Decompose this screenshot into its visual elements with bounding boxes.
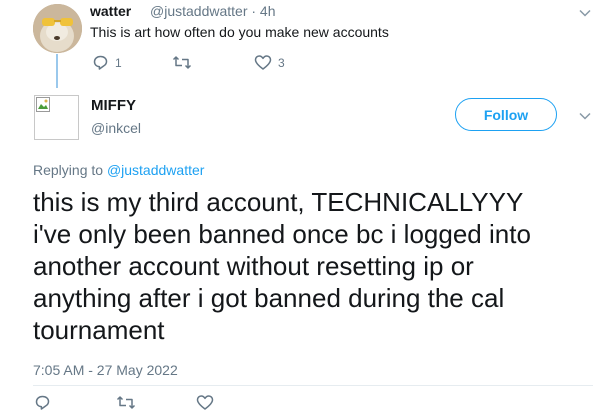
retweet-icon [172,56,192,69]
tweet-text-line: this is my third account, TECHNICALLYYY [33,187,524,217]
thread-line [56,54,58,88]
follow-button[interactable]: Follow [455,98,557,131]
parent-reply-count: 1 [115,55,122,70]
parent-author-name[interactable]: watter [90,3,131,19]
retweet-icon [116,396,136,409]
heart-icon [196,395,214,410]
reply-icon [35,395,50,410]
main-author-name[interactable]: MIFFY [91,97,136,114]
replying-handle-link[interactable]: @justaddwatter [107,162,204,178]
tweet-text-line: tournament [33,315,165,345]
replying-prefix: Replying to [33,162,107,178]
heart-icon [254,55,272,70]
tweet-text-line: another account without resetting ip or [33,251,474,281]
tweet-text-line: anything after i got banned during the c… [33,283,505,313]
parent-avatar[interactable] [33,4,82,53]
parent-tweet-text: This is art how often do you make new ac… [90,24,389,40]
main-retweet-action[interactable] [116,394,136,411]
parent-like-count: 3 [278,55,285,70]
main-caret[interactable] [576,107,594,125]
main-tweet-text: this is my third account, TECHNICALLYYY … [33,186,593,346]
main-reply-action[interactable] [34,394,51,411]
chevron-down-icon [579,112,591,120]
parent-reply-action[interactable]: 1 [92,54,122,71]
divider [33,385,593,386]
chevron-down-icon [579,9,591,17]
reply-icon [93,55,108,70]
parent-like-action[interactable]: 3 [254,54,285,71]
tweet-timestamp[interactable]: 7:05 AM - 27 May 2022 [33,362,178,378]
broken-image-icon [36,97,50,112]
replying-to: Replying to @justaddwatter [33,162,204,178]
parent-retweet-action[interactable] [172,54,192,71]
parent-handle-time[interactable]: @justaddwatter · 4h [150,3,276,19]
main-like-action[interactable] [196,394,214,411]
main-author-handle[interactable]: @inkcel [91,120,141,136]
parent-caret[interactable] [576,4,594,22]
tweet-text-line: i've only been banned once bc i logged i… [33,219,531,249]
main-avatar[interactable] [34,95,79,140]
